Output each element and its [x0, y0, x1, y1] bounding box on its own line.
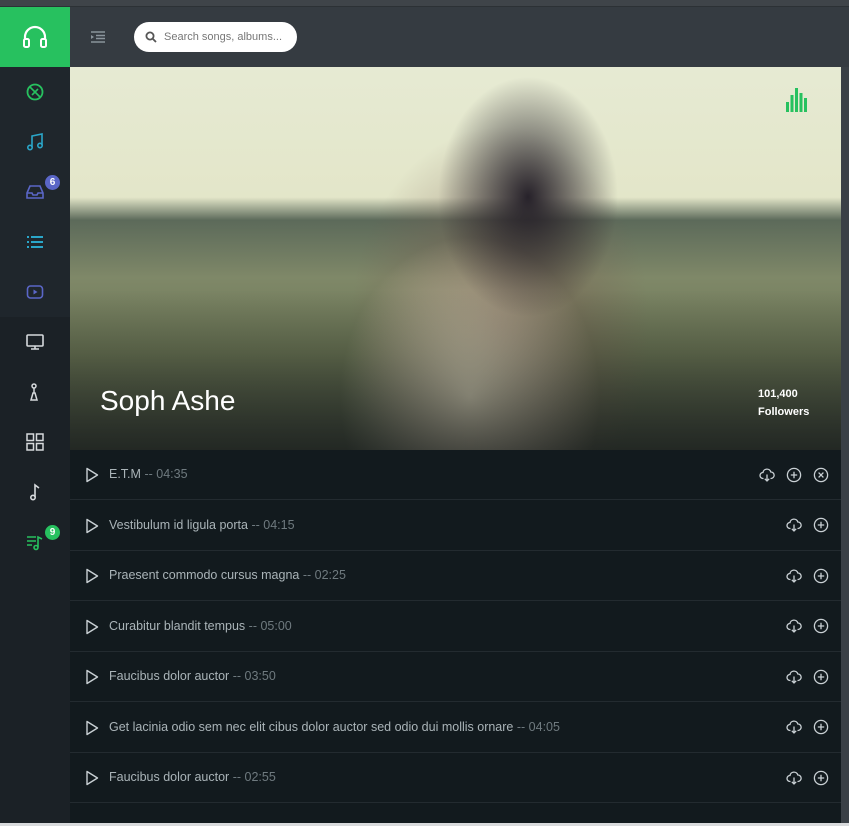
followers-label: Followers	[758, 406, 810, 418]
close-circle-icon[interactable]	[812, 466, 829, 483]
track-duration: -- 03:50	[232, 669, 276, 683]
cloud-download-icon[interactable]	[785, 719, 802, 736]
play-icon[interactable]	[85, 770, 99, 786]
track-duration: -- 04:05	[516, 719, 560, 734]
indent-menu-icon	[91, 31, 105, 43]
music-app: 6 9 Search songs, albums... Soph Ashe 10…	[0, 0, 849, 826]
sidebar-item-playlist[interactable]: 9	[0, 517, 70, 567]
sidebar-item-discover[interactable]	[0, 67, 70, 117]
sidebar: 6 9	[0, 7, 70, 823]
track-actions	[758, 466, 829, 483]
track-title: Faucibus dolor auctor	[109, 770, 230, 784]
track-row[interactable]: Faucibus dolor auctor -- 03:50	[70, 652, 841, 702]
track-actions	[785, 618, 829, 635]
sidebar-item-grid[interactable]	[0, 417, 70, 467]
plus-circle-icon[interactable]	[812, 517, 829, 534]
artist-name: Soph Ashe	[100, 385, 236, 416]
track-label[interactable]: Praesent commodo cursus magna -- 02:25	[109, 568, 346, 582]
track-row[interactable]: Faucibus dolor auctor -- 02:55	[70, 753, 841, 803]
music-notes-icon	[26, 133, 44, 151]
play-icon[interactable]	[85, 669, 99, 685]
top-header	[70, 7, 849, 67]
play-icon[interactable]	[85, 518, 99, 534]
sidebar-item-inbox[interactable]: 6	[0, 167, 70, 217]
play-icon[interactable]	[85, 619, 99, 635]
cloud-download-icon[interactable]	[758, 466, 775, 483]
track-list: E.T.M -- 04:35 Vestibulum id ligula porta…	[70, 450, 841, 823]
sidebar-item-song[interactable]	[0, 467, 70, 517]
followers-stat: 101,400 Followers	[758, 385, 809, 421]
playlist-icon	[27, 535, 43, 551]
search-icon	[134, 31, 164, 43]
inbox-badge: 6	[45, 175, 60, 190]
track-row[interactable]: Curabitur blandit tempus -- 05:00	[70, 602, 841, 652]
artist-hero-banner: Soph Ashe 101,400 Followers	[70, 67, 841, 450]
headphones-icon	[23, 25, 47, 48]
inbox-icon	[26, 185, 44, 199]
sidebar-item-microphone[interactable]	[0, 367, 70, 417]
track-row[interactable]: Get lacinia odio sem nec elit cibus dolo…	[70, 703, 841, 753]
search-input[interactable]	[164, 31, 286, 43]
plus-circle-icon[interactable]	[812, 567, 829, 584]
plus-circle-icon[interactable]	[812, 668, 829, 685]
cloud-download-icon[interactable]	[785, 618, 802, 635]
track-label[interactable]: Faucibus dolor auctor -- 02:55	[109, 770, 276, 784]
track-title: Faucibus dolor auctor	[109, 669, 230, 683]
track-actions	[785, 517, 829, 534]
track-actions	[785, 719, 829, 736]
search-box[interactable]	[134, 22, 297, 52]
list-icon	[27, 236, 43, 248]
track-duration: -- 02:55	[232, 770, 276, 784]
track-duration: -- 04:35	[144, 467, 188, 481]
track-title: Get lacinia odio sem nec elit cibus dolo…	[109, 719, 514, 734]
track-title: Vestibulum id ligula porta	[109, 517, 248, 532]
menu-toggle-button[interactable]	[87, 27, 109, 47]
track-label[interactable]: Get lacinia odio sem nec elit cibus dolo…	[109, 720, 560, 734]
track-title: Curabitur blandit tempus	[109, 618, 246, 633]
track-actions	[785, 668, 829, 685]
track-duration: -- 04:15	[251, 517, 295, 532]
track-label[interactable]: E.T.M -- 04:35	[109, 467, 188, 481]
window-top-border	[0, 0, 849, 7]
sidebar-item-monitor[interactable]	[0, 317, 70, 367]
sidebar-item-video[interactable]	[0, 267, 70, 317]
track-label[interactable]: Faucibus dolor auctor -- 03:50	[109, 669, 276, 683]
track-label[interactable]: Vestibulum id ligula porta -- 04:15	[109, 518, 295, 532]
cloud-download-icon[interactable]	[785, 769, 802, 786]
compass-icon	[26, 83, 44, 101]
play-icon[interactable]	[85, 467, 99, 483]
plus-circle-icon[interactable]	[812, 618, 829, 635]
track-label[interactable]: Curabitur blandit tempus -- 05:00	[109, 619, 292, 633]
cloud-download-icon[interactable]	[785, 668, 802, 685]
track-title: Praesent commodo cursus magna	[109, 568, 300, 582]
sidebar-item-music[interactable]	[0, 117, 70, 167]
track-duration: -- 02:25	[302, 568, 346, 582]
track-row[interactable]: Praesent commodo cursus magna -- 02:25	[70, 551, 841, 601]
grid-icon	[26, 433, 44, 451]
track-row[interactable]: E.T.M -- 04:35	[70, 450, 841, 500]
playlist-badge: 9	[45, 525, 60, 540]
right-gutter	[841, 67, 849, 823]
video-icon	[26, 285, 44, 299]
track-title: E.T.M	[109, 467, 141, 481]
app-logo[interactable]	[0, 7, 70, 67]
followers-count: 101,400	[758, 388, 798, 400]
sidebar-item-list[interactable]	[0, 217, 70, 267]
monitor-icon	[26, 334, 44, 350]
track-row[interactable]: Vestibulum id ligula porta -- 04:15	[70, 501, 841, 551]
music-note-icon	[30, 483, 40, 501]
cloud-download-icon[interactable]	[785, 517, 802, 534]
play-icon[interactable]	[85, 720, 99, 736]
play-icon[interactable]	[85, 568, 99, 584]
plus-circle-icon[interactable]	[812, 719, 829, 736]
plus-circle-icon[interactable]	[812, 769, 829, 786]
track-duration: -- 05:00	[248, 618, 292, 633]
track-actions	[785, 567, 829, 584]
track-actions	[785, 769, 829, 786]
plus-circle-icon[interactable]	[785, 466, 802, 483]
cloud-download-icon[interactable]	[785, 567, 802, 584]
equalizer-icon[interactable]	[786, 86, 810, 112]
microphone-icon	[30, 383, 38, 401]
